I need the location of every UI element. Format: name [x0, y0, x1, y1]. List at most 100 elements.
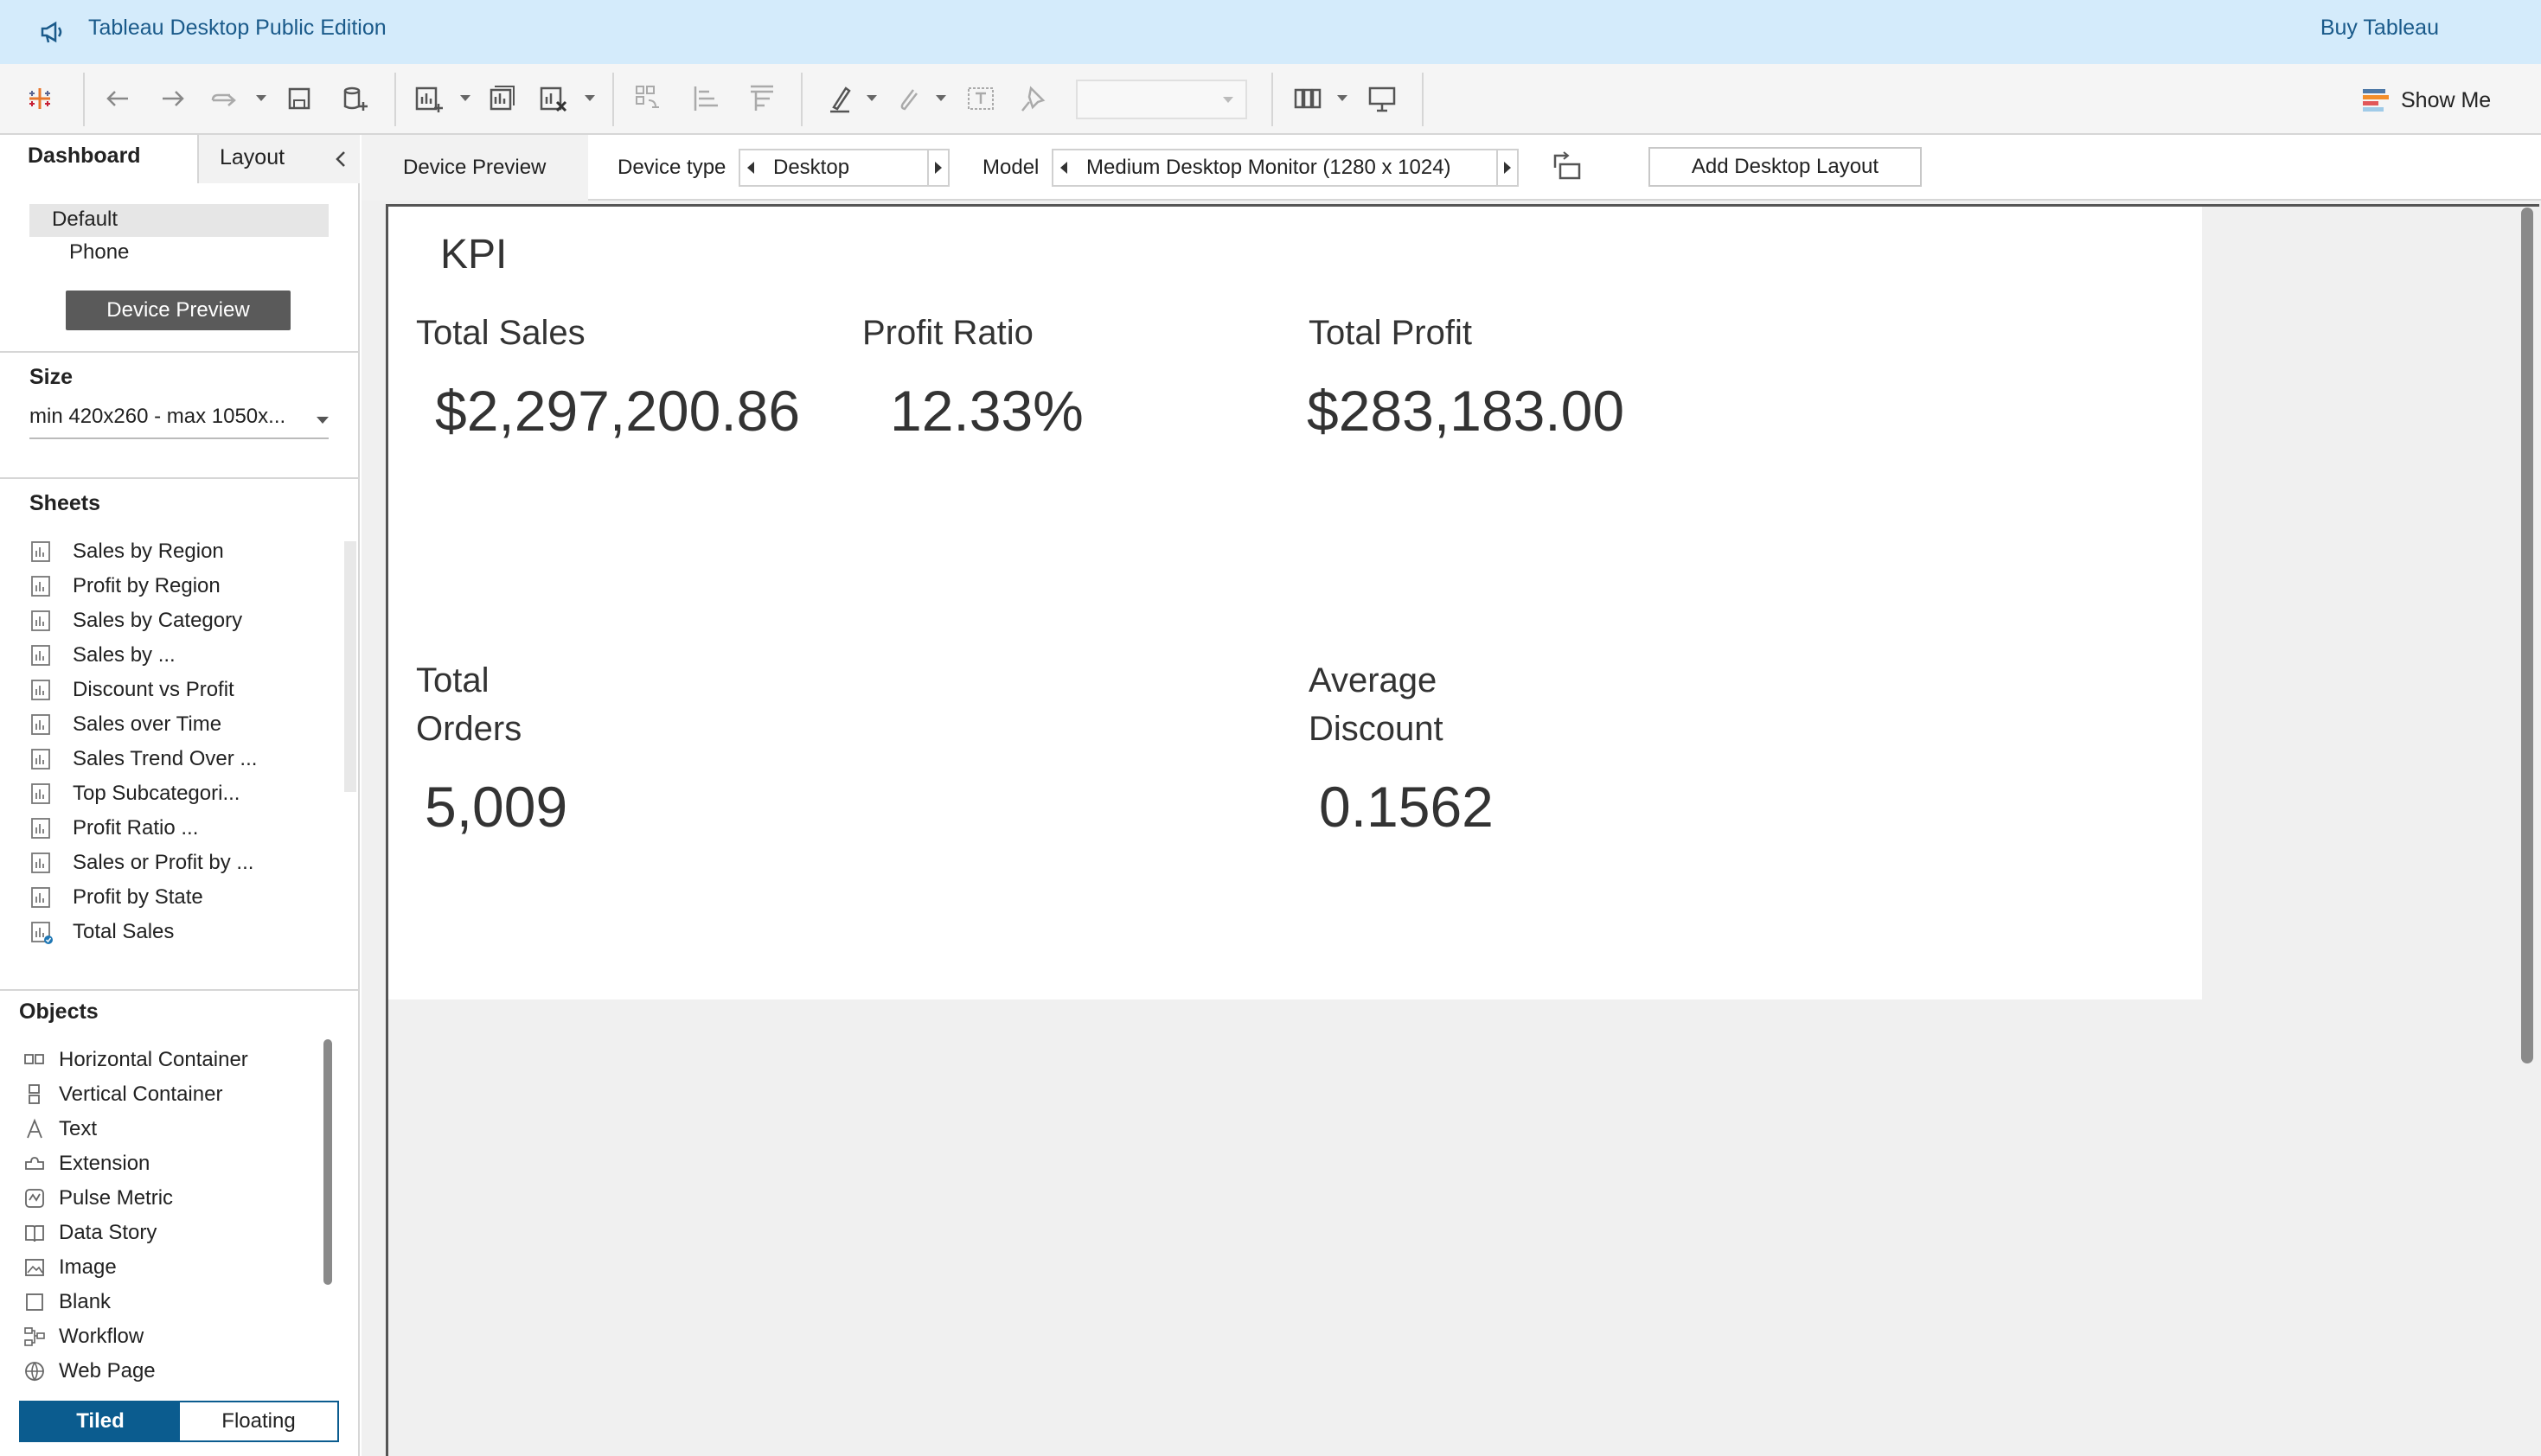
public-edition-banner: Tableau Desktop Public Edition Buy Table…: [0, 0, 2541, 64]
size-title: Size: [29, 365, 74, 389]
model-value: Medium Desktop Monitor (1280 x 1024): [1086, 156, 1451, 179]
presentation-mode-icon[interactable]: [1365, 81, 1399, 116]
kpi-value-average-discount: 0.1562: [1319, 775, 1494, 839]
object-item-label: Pulse Metric: [59, 1186, 174, 1210]
chevron-down-icon[interactable]: [936, 95, 946, 101]
show-cards-icon[interactable]: [1292, 81, 1327, 116]
sheets-list: Sales by Region Profit by Region Sales by …: [29, 534, 341, 949]
new-data-source-icon[interactable]: [337, 81, 372, 116]
sheet-item-label: Discount vs Profit: [73, 678, 234, 701]
object-item[interactable]: Extension: [22, 1146, 317, 1181]
toolbar: Show Me: [0, 64, 2541, 135]
add-desktop-layout-button[interactable]: Add Desktop Layout: [1648, 147, 1922, 187]
device-type-select[interactable]: Desktop: [739, 149, 950, 187]
fit-dropdown[interactable]: [1076, 80, 1247, 119]
object-item[interactable]: Blank: [22, 1285, 317, 1319]
object-item[interactable]: Text: [22, 1112, 317, 1146]
buy-tableau-link[interactable]: Buy Tableau: [2320, 16, 2439, 41]
rotate-device-icon[interactable]: [1548, 147, 1586, 185]
worksheet-icon: [31, 887, 50, 908]
sheet-item-label: Sales by Region: [73, 540, 224, 563]
sort-descending-icon[interactable]: [744, 81, 778, 116]
sheet-item[interactable]: Sales by Region: [29, 534, 341, 569]
object-item-label: Workflow: [59, 1325, 144, 1348]
sheet-item[interactable]: Discount vs Profit: [29, 673, 341, 707]
show-labels-icon[interactable]: [963, 81, 998, 116]
highlight-icon[interactable]: [823, 81, 858, 116]
sheets-scrollbar[interactable]: [344, 541, 356, 792]
chevron-down-icon[interactable]: [460, 95, 470, 101]
size-dropdown[interactable]: min 420x260 - max 1050x...: [29, 405, 329, 439]
chevron-down-icon: [317, 417, 329, 424]
model-label: Model: [982, 156, 1040, 179]
sheet-item[interactable]: Top Subcategori...: [29, 776, 341, 811]
save-icon[interactable]: [282, 81, 317, 116]
floating-button[interactable]: Floating: [180, 1402, 337, 1440]
device-preview-tab[interactable]: Device Preview: [362, 135, 588, 201]
chevron-down-icon[interactable]: [1337, 95, 1347, 101]
new-worksheet-icon[interactable]: [412, 81, 446, 116]
objects-scrollbar[interactable]: [323, 1039, 332, 1285]
kpi-label-total-sales: Total Sales: [416, 314, 586, 352]
kpi-label-total-profit: Total Profit: [1309, 314, 1472, 352]
sort-ascending-icon[interactable]: [688, 81, 723, 116]
pin-icon[interactable]: [1017, 81, 1052, 116]
object-item-label: Extension: [59, 1152, 150, 1175]
object-item[interactable]: Horizontal Container: [22, 1043, 317, 1077]
left-panel: Dashboard Layout Default Phone Device Pr…: [0, 135, 360, 1456]
undo-icon[interactable]: [100, 81, 135, 116]
collapse-panel-icon[interactable]: [330, 147, 351, 171]
kpi-value-total-sales: $2,297,200.86: [435, 379, 801, 443]
next-arrow-icon[interactable]: [1496, 150, 1517, 185]
data-story-icon: [25, 1225, 44, 1242]
sheet-item[interactable]: Profit by Region: [29, 569, 341, 603]
object-item[interactable]: Image: [22, 1250, 317, 1285]
object-item-label: Data Story: [59, 1221, 157, 1244]
clear-sheet-icon[interactable]: [536, 81, 571, 116]
previous-arrow-icon[interactable]: [740, 150, 761, 185]
object-item[interactable]: Data Story: [22, 1216, 317, 1250]
show-me-icon: [2363, 89, 2389, 112]
sheet-item[interactable]: Profit by State: [29, 880, 341, 915]
chevron-down-icon[interactable]: [867, 95, 877, 101]
previous-arrow-icon[interactable]: [1053, 150, 1074, 185]
worksheet-icon: [31, 922, 53, 944]
object-item[interactable]: Pulse Metric: [22, 1181, 317, 1216]
chevron-down-icon[interactable]: [256, 95, 266, 101]
panel-tabs: Dashboard Layout: [0, 135, 360, 183]
object-item[interactable]: Web Page: [22, 1354, 317, 1389]
show-me-button[interactable]: Show Me: [2361, 83, 2491, 118]
duplicate-sheet-icon[interactable]: [484, 81, 519, 116]
sheet-item[interactable]: Sales by Category: [29, 603, 341, 638]
replace-data-source-icon[interactable]: [208, 81, 242, 116]
megaphone-icon: [41, 21, 62, 43]
sheet-item[interactable]: Profit Ratio ...: [29, 811, 341, 846]
object-item[interactable]: Vertical Container: [22, 1077, 317, 1112]
object-item-label: Image: [59, 1255, 117, 1279]
canvas-scrollbar[interactable]: [2521, 208, 2533, 1063]
sheet-item[interactable]: Total Sales: [29, 915, 341, 949]
vertical-container-icon: [29, 1084, 40, 1104]
object-item[interactable]: Workflow: [22, 1319, 317, 1354]
sheet-item[interactable]: Sales Trend Over ...: [29, 742, 341, 776]
swap-rows-columns-icon[interactable]: [631, 81, 666, 116]
next-arrow-icon[interactable]: [927, 150, 948, 185]
workflow-icon: [24, 1327, 45, 1346]
device-preview-button[interactable]: Device Preview: [66, 291, 291, 330]
tiled-button[interactable]: Tiled: [21, 1402, 180, 1440]
dashboard-title: KPI: [440, 232, 508, 278]
annotate-icon[interactable]: [891, 81, 925, 116]
layout-item-phone[interactable]: Phone: [29, 237, 329, 270]
chevron-down-icon[interactable]: [585, 95, 595, 101]
dashboard-sheet[interactable]: KPI Total Sales $2,297,200.86 Profit Rat…: [388, 207, 2202, 999]
device-type-label: Device type: [618, 156, 726, 179]
sheet-item[interactable]: Sales over Time: [29, 707, 341, 742]
model-select[interactable]: Medium Desktop Monitor (1280 x 1024): [1052, 149, 1519, 187]
tab-dashboard[interactable]: Dashboard: [0, 135, 197, 183]
sheet-item[interactable]: Sales or Profit by ...: [29, 846, 341, 880]
tableau-logo-icon[interactable]: [22, 81, 57, 116]
layout-item-default[interactable]: Default: [29, 204, 329, 237]
tiled-floating-toggle: Tiled Floating: [19, 1401, 339, 1442]
sheet-item[interactable]: Sales by ...: [29, 638, 341, 673]
redo-icon[interactable]: [156, 81, 190, 116]
